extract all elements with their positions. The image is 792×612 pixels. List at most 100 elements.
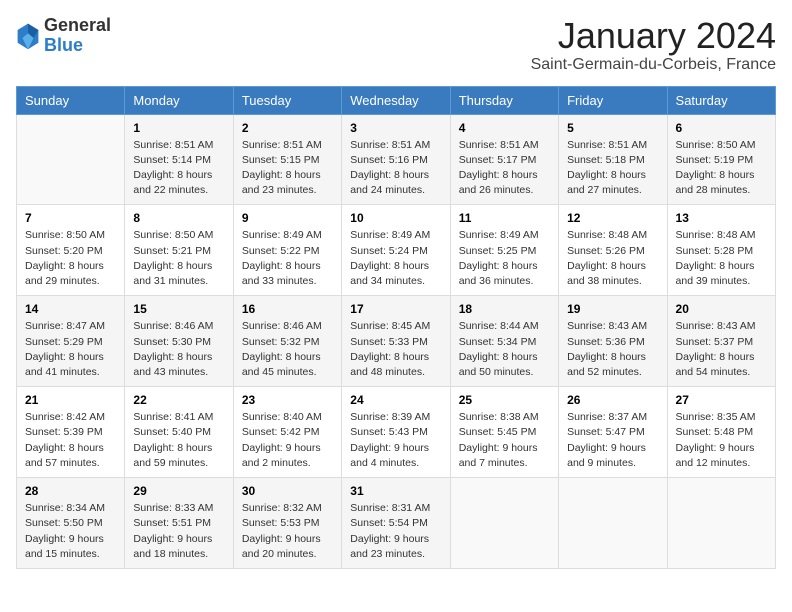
calendar-cell: 15 Sunrise: 8:46 AM Sunset: 5:30 PM Dayli… bbox=[125, 296, 233, 387]
logo: General Blue bbox=[16, 16, 111, 56]
calendar-cell: 13Sunrise: 8:48 AM Sunset: 5:28 PM Dayli… bbox=[667, 205, 775, 296]
calendar-cell: 30 Sunrise: 8:32 AM Sunset: 5:53 PM Dayli… bbox=[233, 478, 341, 569]
day-info: Sunrise: 8:49 AM Sunset: 5:25 PM Dayligh… bbox=[459, 228, 550, 289]
header-cell-friday: Friday bbox=[559, 86, 667, 114]
day-number: 14 bbox=[25, 302, 116, 316]
day-number: 26 bbox=[567, 393, 658, 407]
week-row-3: 21 Sunrise: 8:42 AM Sunset: 5:39 PM Dayli… bbox=[17, 387, 776, 478]
day-info: Sunrise: 8:43 AM Sunset: 5:37 PM Dayligh… bbox=[676, 319, 767, 380]
day-number: 17 bbox=[350, 302, 441, 316]
day-info: Sunrise: 8:38 AM Sunset: 5:45 PM Dayligh… bbox=[459, 410, 550, 471]
page-header: General Blue January 2024 Saint-Germain-… bbox=[16, 16, 776, 74]
calendar-cell: 23 Sunrise: 8:40 AM Sunset: 5:42 PM Dayli… bbox=[233, 387, 341, 478]
calendar-cell: 29Sunrise: 8:33 AM Sunset: 5:51 PM Dayli… bbox=[125, 478, 233, 569]
day-number: 31 bbox=[350, 484, 441, 498]
day-number: 7 bbox=[25, 211, 116, 225]
day-number: 23 bbox=[242, 393, 333, 407]
day-number: 15 bbox=[133, 302, 224, 316]
day-number: 21 bbox=[25, 393, 116, 407]
calendar-cell bbox=[17, 114, 125, 205]
calendar-cell: 12 Sunrise: 8:48 AM Sunset: 5:26 PM Dayli… bbox=[559, 205, 667, 296]
header-cell-saturday: Saturday bbox=[667, 86, 775, 114]
calendar-cell: 20Sunrise: 8:43 AM Sunset: 5:37 PM Dayli… bbox=[667, 296, 775, 387]
calendar-cell: 17 Sunrise: 8:45 AM Sunset: 5:33 PM Dayli… bbox=[342, 296, 450, 387]
day-info: Sunrise: 8:43 AM Sunset: 5:36 PM Dayligh… bbox=[567, 319, 658, 380]
day-number: 12 bbox=[567, 211, 658, 225]
day-number: 10 bbox=[350, 211, 441, 225]
day-number: 22 bbox=[133, 393, 224, 407]
day-number: 6 bbox=[676, 121, 767, 135]
day-number: 8 bbox=[133, 211, 224, 225]
calendar-cell bbox=[450, 478, 558, 569]
day-info: Sunrise: 8:31 AM Sunset: 5:54 PM Dayligh… bbox=[350, 501, 441, 562]
day-number: 25 bbox=[459, 393, 550, 407]
day-info: Sunrise: 8:48 AM Sunset: 5:26 PM Dayligh… bbox=[567, 228, 658, 289]
calendar-cell: 2 Sunrise: 8:51 AM Sunset: 5:15 PM Daylig… bbox=[233, 114, 341, 205]
day-number: 24 bbox=[350, 393, 441, 407]
logo-icon bbox=[16, 22, 40, 50]
logo-text-blue: Blue bbox=[44, 36, 111, 56]
calendar-cell bbox=[559, 478, 667, 569]
day-info: Sunrise: 8:51 AM Sunset: 5:14 PM Dayligh… bbox=[133, 138, 224, 199]
day-number: 5 bbox=[567, 121, 658, 135]
calendar-cell: 5 Sunrise: 8:51 AM Sunset: 5:18 PM Daylig… bbox=[559, 114, 667, 205]
calendar-cell: 22 Sunrise: 8:41 AM Sunset: 5:40 PM Dayli… bbox=[125, 387, 233, 478]
day-info: Sunrise: 8:41 AM Sunset: 5:40 PM Dayligh… bbox=[133, 410, 224, 471]
day-info: Sunrise: 8:48 AM Sunset: 5:28 PM Dayligh… bbox=[676, 228, 767, 289]
day-info: Sunrise: 8:37 AM Sunset: 5:47 PM Dayligh… bbox=[567, 410, 658, 471]
day-number: 28 bbox=[25, 484, 116, 498]
day-info: Sunrise: 8:45 AM Sunset: 5:33 PM Dayligh… bbox=[350, 319, 441, 380]
day-number: 19 bbox=[567, 302, 658, 316]
day-number: 3 bbox=[350, 121, 441, 135]
calendar-cell bbox=[667, 478, 775, 569]
day-info: Sunrise: 8:46 AM Sunset: 5:30 PM Dayligh… bbox=[133, 319, 224, 380]
header-cell-monday: Monday bbox=[125, 86, 233, 114]
header-cell-thursday: Thursday bbox=[450, 86, 558, 114]
calendar-cell: 31 Sunrise: 8:31 AM Sunset: 5:54 PM Dayli… bbox=[342, 478, 450, 569]
day-info: Sunrise: 8:49 AM Sunset: 5:22 PM Dayligh… bbox=[242, 228, 333, 289]
day-info: Sunrise: 8:39 AM Sunset: 5:43 PM Dayligh… bbox=[350, 410, 441, 471]
week-row-4: 28 Sunrise: 8:34 AM Sunset: 5:50 PM Dayli… bbox=[17, 478, 776, 569]
calendar-cell: 26 Sunrise: 8:37 AM Sunset: 5:47 PM Dayli… bbox=[559, 387, 667, 478]
calendar-header: SundayMondayTuesdayWednesdayThursdayFrid… bbox=[17, 86, 776, 114]
day-info: Sunrise: 8:42 AM Sunset: 5:39 PM Dayligh… bbox=[25, 410, 116, 471]
calendar-cell: 9 Sunrise: 8:49 AM Sunset: 5:22 PM Daylig… bbox=[233, 205, 341, 296]
calendar-cell: 6Sunrise: 8:50 AM Sunset: 5:19 PM Daylig… bbox=[667, 114, 775, 205]
header-cell-sunday: Sunday bbox=[17, 86, 125, 114]
day-info: Sunrise: 8:51 AM Sunset: 5:15 PM Dayligh… bbox=[242, 138, 333, 199]
day-info: Sunrise: 8:40 AM Sunset: 5:42 PM Dayligh… bbox=[242, 410, 333, 471]
day-number: 27 bbox=[676, 393, 767, 407]
day-info: Sunrise: 8:47 AM Sunset: 5:29 PM Dayligh… bbox=[25, 319, 116, 380]
day-number: 30 bbox=[242, 484, 333, 498]
title-section: January 2024 Saint-Germain-du-Corbeis, F… bbox=[531, 16, 776, 74]
day-number: 11 bbox=[459, 211, 550, 225]
header-cell-wednesday: Wednesday bbox=[342, 86, 450, 114]
day-info: Sunrise: 8:32 AM Sunset: 5:53 PM Dayligh… bbox=[242, 501, 333, 562]
day-info: Sunrise: 8:51 AM Sunset: 5:18 PM Dayligh… bbox=[567, 138, 658, 199]
day-number: 29 bbox=[133, 484, 224, 498]
day-info: Sunrise: 8:50 AM Sunset: 5:21 PM Dayligh… bbox=[133, 228, 224, 289]
header-cell-tuesday: Tuesday bbox=[233, 86, 341, 114]
day-info: Sunrise: 8:46 AM Sunset: 5:32 PM Dayligh… bbox=[242, 319, 333, 380]
day-info: Sunrise: 8:34 AM Sunset: 5:50 PM Dayligh… bbox=[25, 501, 116, 562]
day-info: Sunrise: 8:50 AM Sunset: 5:20 PM Dayligh… bbox=[25, 228, 116, 289]
week-row-0: 1 Sunrise: 8:51 AM Sunset: 5:14 PM Daylig… bbox=[17, 114, 776, 205]
day-info: Sunrise: 8:49 AM Sunset: 5:24 PM Dayligh… bbox=[350, 228, 441, 289]
day-number: 1 bbox=[133, 121, 224, 135]
day-number: 18 bbox=[459, 302, 550, 316]
calendar-cell: 14 Sunrise: 8:47 AM Sunset: 5:29 PM Dayli… bbox=[17, 296, 125, 387]
header-row: SundayMondayTuesdayWednesdayThursdayFrid… bbox=[17, 86, 776, 114]
week-row-1: 7 Sunrise: 8:50 AM Sunset: 5:20 PM Daylig… bbox=[17, 205, 776, 296]
day-number: 9 bbox=[242, 211, 333, 225]
calendar-cell: 7 Sunrise: 8:50 AM Sunset: 5:20 PM Daylig… bbox=[17, 205, 125, 296]
calendar-cell: 3 Sunrise: 8:51 AM Sunset: 5:16 PM Daylig… bbox=[342, 114, 450, 205]
day-info: Sunrise: 8:51 AM Sunset: 5:17 PM Dayligh… bbox=[459, 138, 550, 199]
calendar-cell: 21 Sunrise: 8:42 AM Sunset: 5:39 PM Dayli… bbox=[17, 387, 125, 478]
calendar-cell: 16 Sunrise: 8:46 AM Sunset: 5:32 PM Dayli… bbox=[233, 296, 341, 387]
day-number: 2 bbox=[242, 121, 333, 135]
calendar-cell: 25 Sunrise: 8:38 AM Sunset: 5:45 PM Dayli… bbox=[450, 387, 558, 478]
day-info: Sunrise: 8:51 AM Sunset: 5:16 PM Dayligh… bbox=[350, 138, 441, 199]
calendar-cell: 24 Sunrise: 8:39 AM Sunset: 5:43 PM Dayli… bbox=[342, 387, 450, 478]
day-number: 16 bbox=[242, 302, 333, 316]
subtitle: Saint-Germain-du-Corbeis, France bbox=[531, 56, 776, 74]
